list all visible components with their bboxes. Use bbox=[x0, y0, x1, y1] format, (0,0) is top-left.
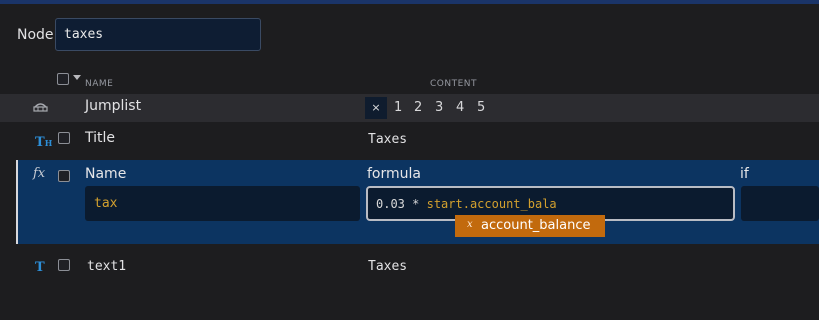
jumplist-page-4[interactable]: 4 bbox=[456, 100, 464, 115]
column-header-content: CONTENT bbox=[430, 79, 478, 89]
jumplist-icon bbox=[33, 103, 48, 112]
title-row-value[interactable]: Taxes bbox=[368, 132, 407, 147]
jumplist-clear-button[interactable]: × bbox=[365, 97, 387, 119]
formula-identifier: start.account_bala bbox=[426, 197, 557, 211]
formula-number: 0.03 bbox=[376, 197, 405, 211]
formula-formula-header: formula bbox=[367, 166, 421, 182]
text-row-checkbox[interactable] bbox=[58, 259, 70, 271]
title-row-label: Title bbox=[85, 130, 116, 146]
jumplist-page-1[interactable]: 1 bbox=[394, 100, 402, 115]
jumplist-page-2[interactable]: 2 bbox=[414, 100, 422, 115]
formula-if-header: if bbox=[740, 166, 749, 182]
variable-icon: x bbox=[467, 219, 473, 230]
node-label: Node bbox=[17, 27, 54, 43]
formula-operator: * bbox=[412, 197, 420, 211]
autocomplete-suggestion[interactable]: x account_balance bbox=[455, 215, 605, 237]
text-row-value[interactable]: Taxes bbox=[368, 259, 407, 274]
formula-name-input[interactable]: tax bbox=[85, 186, 360, 221]
formula-row-checkbox[interactable] bbox=[58, 170, 70, 182]
title-icon: TH bbox=[35, 135, 53, 150]
text-row-label: text1 bbox=[87, 259, 127, 274]
text-icon: T bbox=[35, 260, 45, 275]
suggestion-label: account_balance bbox=[481, 218, 591, 233]
formula-if-input[interactable] bbox=[741, 186, 819, 221]
select-all-checkbox[interactable] bbox=[57, 73, 69, 85]
jumplist-label: Jumplist bbox=[85, 98, 142, 114]
top-accent-bar bbox=[0, 0, 819, 4]
select-dropdown-icon[interactable] bbox=[73, 75, 81, 80]
node-input[interactable]: taxes bbox=[55, 18, 261, 51]
jumplist-page-5[interactable]: 5 bbox=[477, 100, 485, 115]
formula-name-header: Name bbox=[85, 166, 127, 182]
column-header-name: NAME bbox=[85, 79, 114, 89]
jumplist-page-3[interactable]: 3 bbox=[435, 100, 443, 115]
formula-icon: fx bbox=[33, 166, 46, 181]
formula-row-selection-edge bbox=[16, 160, 18, 244]
title-row-checkbox[interactable] bbox=[58, 132, 70, 144]
